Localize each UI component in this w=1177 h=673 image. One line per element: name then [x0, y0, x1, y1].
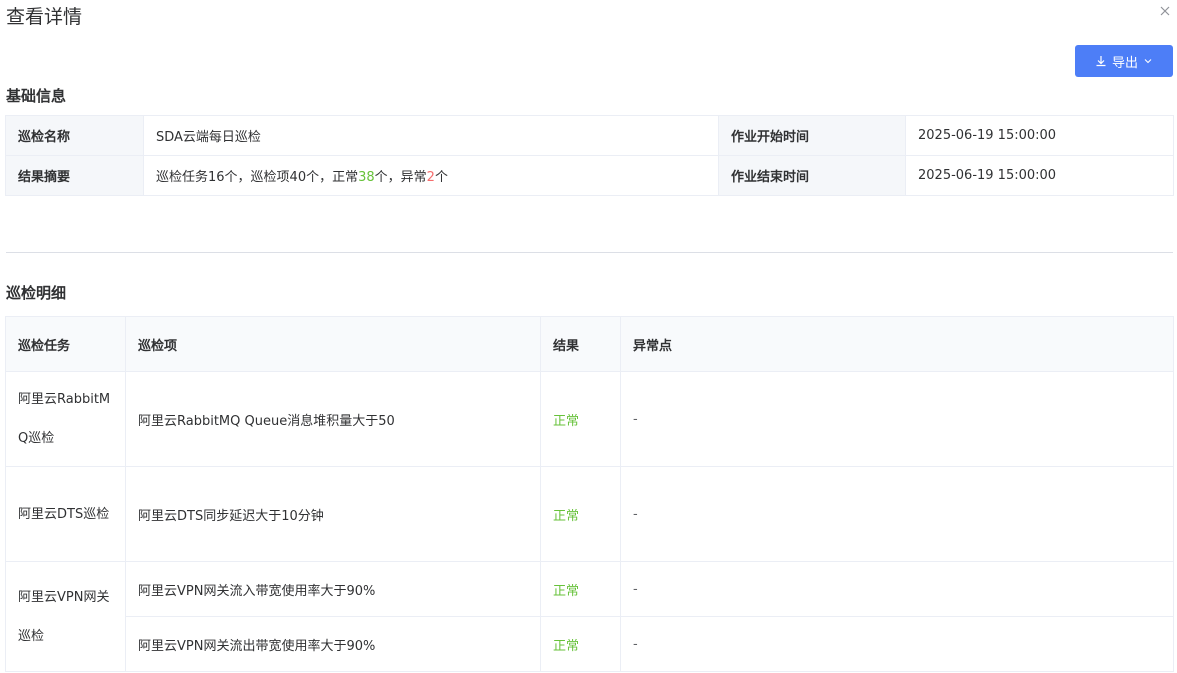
- summary-value: 巡检任务16个，巡检项40个，正常38个，异常2个: [143, 155, 719, 196]
- close-icon[interactable]: [1158, 4, 1172, 18]
- section-divider: [6, 252, 1173, 253]
- item-cell: 阿里云RabbitMQ Queue消息堆积量大于50: [125, 371, 541, 467]
- summary-text: 巡检任务16个，巡检项40个，正常: [156, 170, 359, 185]
- task-cell: 阿里云RabbitMQ巡检: [5, 371, 126, 467]
- basic-info-table: 巡检名称 SDA云端每日巡检 作业开始时间 2025-06-19 15:00:0…: [5, 115, 1174, 196]
- anomaly-cell: -: [620, 561, 1174, 617]
- anomaly-cell: -: [620, 616, 1174, 672]
- info-label: 结果摘要: [5, 155, 144, 196]
- item-cell: 阿里云VPN网关流入带宽使用率大于90%: [125, 561, 541, 617]
- info-value: 2025-06-19 15:00:00: [905, 155, 1174, 196]
- result-cell: 正常: [540, 561, 621, 617]
- item-cell: 阿里云DTS同步延迟大于10分钟: [125, 466, 541, 562]
- export-button[interactable]: 导出: [1075, 45, 1173, 77]
- info-label: 作业结束时间: [718, 155, 906, 196]
- info-row: 结果摘要 巡检任务16个，巡检项40个，正常38个，异常2个 作业结束时间 20…: [5, 155, 1174, 196]
- anomaly-cell: -: [620, 466, 1174, 562]
- detail-dialog: 查看详情 导出 基础信息 巡检名称 SDA云端每日巡检 作业开始时间 2025-…: [0, 0, 1177, 673]
- info-row: 巡检名称 SDA云端每日巡检 作业开始时间 2025-06-19 15:00:0…: [5, 115, 1174, 156]
- task-cell: 阿里云DTS巡检: [5, 466, 126, 562]
- error-count: 2: [426, 170, 435, 185]
- summary-text: 个，异常: [374, 170, 427, 185]
- table-header-row: 巡检任务 巡检项 结果 异常点: [5, 316, 1174, 372]
- result-cell: 正常: [540, 466, 621, 562]
- info-label: 作业开始时间: [718, 115, 906, 156]
- table-row: 阿里云VPN网关巡检 阿里云VPN网关流入带宽使用率大于90% 正常 -: [5, 561, 1174, 672]
- dialog-title: 查看详情: [6, 6, 83, 28]
- result-cell: 正常: [540, 616, 621, 672]
- summary-text: 个: [434, 170, 448, 185]
- result-cell: 正常: [540, 371, 621, 467]
- table-row: 阿里云RabbitMQ巡检 阿里云RabbitMQ Queue消息堆积量大于50…: [5, 371, 1174, 467]
- anomaly-cell: -: [620, 371, 1174, 467]
- info-value: SDA云端每日巡检: [143, 115, 719, 156]
- table-row: 阿里云VPN网关流出带宽使用率大于90% 正常 -: [6, 616, 1174, 672]
- column-header: 巡检任务: [5, 316, 126, 372]
- basic-info-title: 基础信息: [6, 87, 67, 105]
- detail-title: 巡检明细: [6, 284, 67, 302]
- chevron-down-icon: [1143, 56, 1153, 66]
- detail-table: 巡检任务 巡检项 结果 异常点 阿里云RabbitMQ巡检 阿里云RabbitM…: [5, 316, 1174, 672]
- task-cell: 阿里云VPN网关巡检: [5, 561, 126, 672]
- ok-count: 38: [358, 170, 375, 185]
- info-value: 2025-06-19 15:00:00: [905, 115, 1174, 156]
- column-header: 异常点: [620, 316, 1174, 372]
- table-row: 阿里云DTS巡检 阿里云DTS同步延迟大于10分钟 正常 -: [5, 466, 1174, 562]
- column-header: 巡检项: [125, 316, 541, 372]
- item-cell: 阿里云VPN网关流出带宽使用率大于90%: [125, 616, 541, 672]
- column-header: 结果: [540, 316, 621, 372]
- info-label: 巡检名称: [5, 115, 144, 156]
- export-label: 导出: [1111, 55, 1138, 71]
- download-icon: [1095, 55, 1107, 67]
